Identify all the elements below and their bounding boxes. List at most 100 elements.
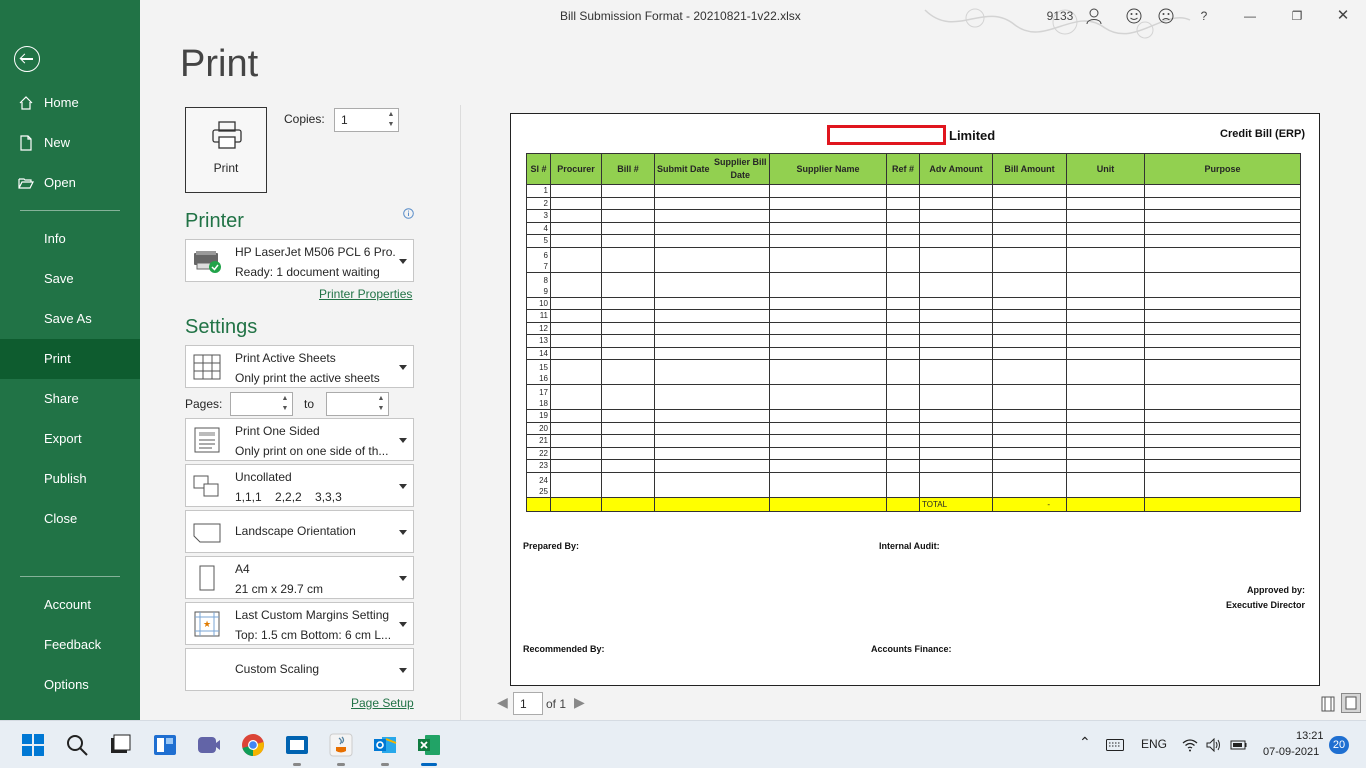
wifi-icon[interactable] xyxy=(1182,738,1198,752)
page-number-input[interactable]: 1 xyxy=(513,692,543,715)
sidebar-item-save-as[interactable]: Save As xyxy=(0,299,140,339)
smile-feedback-icon[interactable] xyxy=(1125,6,1143,26)
sidebar-item-info[interactable]: Info xyxy=(0,219,140,259)
sidebar-item-print[interactable]: Print xyxy=(0,339,140,379)
print-what-dropdown[interactable]: Print Active Sheets Only print the activ… xyxy=(185,345,414,388)
table-cell xyxy=(550,209,602,223)
row-number: 14 xyxy=(526,346,551,360)
scaling-dropdown[interactable]: Custom Scaling xyxy=(185,648,414,691)
frown-feedback-icon[interactable] xyxy=(1157,6,1175,26)
sidebar-item-open[interactable]: Open xyxy=(0,163,140,203)
sidebar-item-new[interactable]: New xyxy=(0,123,140,163)
windows-start-icon[interactable] xyxy=(21,733,45,757)
sidebar-item-label: Account xyxy=(44,597,91,612)
orientation-dropdown[interactable]: Landscape Orientation xyxy=(185,510,414,553)
table-cell xyxy=(1066,296,1145,310)
table-cell xyxy=(919,246,993,273)
volume-icon[interactable] xyxy=(1206,738,1222,752)
printer-properties-link[interactable]: Printer Properties xyxy=(319,287,412,301)
outlook-icon[interactable] xyxy=(373,733,397,757)
collation-dropdown[interactable]: Uncollated 1,1,1 2,2,2 3,3,3 xyxy=(185,464,414,507)
keyboard-icon[interactable] xyxy=(1106,739,1124,751)
sidebar-item-publish[interactable]: Publish xyxy=(0,459,140,499)
table-cell xyxy=(1144,209,1301,223)
language-indicator[interactable]: ENG xyxy=(1141,737,1167,751)
pages-from-input[interactable]: ▲ ▼ xyxy=(230,392,293,416)
sidebar-item-label: Publish xyxy=(44,471,87,486)
clock-date[interactable]: 07-09-2021 xyxy=(1263,746,1319,758)
table-cell xyxy=(711,421,770,435)
table-row: 23 xyxy=(526,459,1301,473)
sidebar-item-save[interactable]: Save xyxy=(0,259,140,299)
table-cell xyxy=(601,296,655,310)
sidebar-item-label: New xyxy=(44,135,71,150)
clock-time[interactable]: 13:21 xyxy=(1296,730,1324,742)
table-cell xyxy=(711,346,770,360)
close-window-button[interactable]: ✕ xyxy=(1333,6,1353,26)
chrome-icon[interactable] xyxy=(241,733,265,757)
table-cell xyxy=(919,421,993,435)
sidebar-item-account[interactable]: Account xyxy=(0,585,140,625)
teams-chat-icon[interactable] xyxy=(197,733,221,757)
table-cell xyxy=(919,459,993,473)
row-number: 15 16 xyxy=(526,359,551,385)
sidebar-item-export[interactable]: Export xyxy=(0,419,140,459)
row-number: 11 xyxy=(526,309,551,323)
print-button-label: Print xyxy=(213,161,239,175)
accounts-finance-label: Accounts Finance: xyxy=(871,644,952,654)
help-button[interactable]: ? xyxy=(1196,6,1212,26)
battery-icon[interactable] xyxy=(1229,739,1247,751)
task-view-icon[interactable] xyxy=(108,733,132,757)
paper-size-sub: 21 cm x 29.7 cm xyxy=(235,582,324,596)
show-margins-icon[interactable] xyxy=(1321,696,1335,712)
print-button[interactable]: Print xyxy=(185,107,267,193)
increment-icon[interactable]: ▲ xyxy=(280,394,290,404)
table-cell xyxy=(550,359,602,385)
restore-button[interactable]: ❐ xyxy=(1287,6,1307,26)
sides-dropdown[interactable]: Print One Sided Only print on one side o… xyxy=(185,418,414,461)
landscape-orientation-icon xyxy=(193,523,221,543)
table-cell xyxy=(992,421,1067,435)
sidebar-divider xyxy=(20,210,120,211)
show-hidden-icons-icon[interactable]: ⌃ xyxy=(1079,734,1091,751)
back-arrow-icon[interactable] xyxy=(14,46,40,72)
next-page-icon[interactable]: ▶ xyxy=(574,694,585,711)
sidebar-item-feedback[interactable]: Feedback xyxy=(0,625,140,665)
previous-page-icon[interactable]: ◀ xyxy=(497,694,508,711)
excel-icon[interactable] xyxy=(417,733,441,757)
sidebar-item-options[interactable]: Options xyxy=(0,665,140,705)
table-cell xyxy=(992,409,1067,423)
java-icon[interactable] xyxy=(329,733,353,757)
sidebar-item-home[interactable]: Home xyxy=(0,83,140,123)
printer-dropdown[interactable]: HP LaserJet M506 PCL 6 Pro... Ready: 1 d… xyxy=(185,239,414,282)
row-number: 5 xyxy=(526,234,551,248)
minimize-button[interactable]: — xyxy=(1240,6,1260,26)
increment-icon[interactable]: ▲ xyxy=(376,394,386,404)
table-cell xyxy=(919,234,993,248)
table-cell xyxy=(711,271,770,298)
remote-desktop-icon[interactable] xyxy=(285,733,309,757)
sidebar-item-share[interactable]: Share xyxy=(0,379,140,419)
column-header: Supplier Bill Date xyxy=(711,153,770,185)
paper-size-dropdown[interactable]: A4 21 cm x 29.7 cm xyxy=(185,556,414,599)
page-setup-link[interactable]: Page Setup xyxy=(351,696,414,710)
table-row: 20 xyxy=(526,421,1301,435)
table-cell xyxy=(711,409,770,423)
widgets-icon[interactable] xyxy=(153,733,177,757)
sidebar-item-close[interactable]: Close xyxy=(0,499,140,539)
search-icon[interactable] xyxy=(65,733,89,757)
zoom-to-page-icon[interactable] xyxy=(1341,693,1361,713)
user-account-icon[interactable] xyxy=(1086,6,1102,26)
table-cell xyxy=(1144,346,1301,360)
table-cell xyxy=(769,246,887,273)
notification-badge[interactable]: 20 xyxy=(1329,736,1349,754)
table-cell xyxy=(886,346,920,360)
info-icon[interactable] xyxy=(403,208,414,219)
decrement-icon[interactable]: ▼ xyxy=(376,404,386,414)
decrement-icon[interactable]: ▼ xyxy=(386,120,396,130)
copies-stepper[interactable]: 1 ▲ ▼ xyxy=(334,108,399,132)
margins-dropdown[interactable]: ★ Last Custom Margins Setting Top: 1.5 c… xyxy=(185,602,414,645)
increment-icon[interactable]: ▲ xyxy=(386,110,396,120)
pages-to-input[interactable]: ▲ ▼ xyxy=(326,392,389,416)
decrement-icon[interactable]: ▼ xyxy=(280,404,290,414)
